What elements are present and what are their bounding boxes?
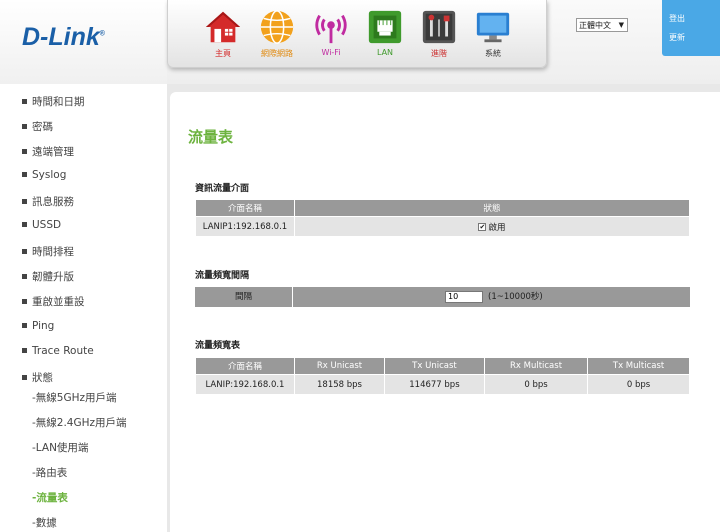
interfaces-table: 介面名稱 狀態 LANIP1:192.168.0.1 ✔ 啟用 — [195, 199, 690, 237]
bullet-icon — [22, 148, 27, 154]
col-tx-unicast: Tx Unicast — [383, 357, 485, 375]
bullet-icon — [22, 374, 27, 380]
tx-unicast-cell: 114677 bps — [383, 374, 485, 395]
rx-unicast-cell: 18158 bps — [294, 374, 385, 395]
table-row: LANIP:192.168.0.1 18158 bps 114677 bps 0… — [195, 374, 690, 395]
sidebar-item-firmware[interactable]: 韌體升版 — [22, 269, 74, 284]
nav-wifi-label: Wi-Fi — [321, 48, 341, 57]
table-row: LANIP1:192.168.0.1 ✔ 啟用 — [195, 216, 690, 237]
sidebar-item-wifi5g-clients[interactable]: -無線5GHz用戶端 — [32, 390, 117, 405]
globe-icon — [260, 10, 294, 44]
nav-advanced-label: 進階 — [431, 49, 447, 58]
sidebar-item-password[interactable]: 密碼 — [22, 119, 53, 134]
bullet-icon — [22, 322, 27, 328]
nav-internet-label: 網際網路 — [261, 49, 293, 58]
sidebar-item-reboot[interactable]: 重啟並重設 — [22, 294, 85, 309]
bandwidth-section-title: 流量頻寬表 — [195, 341, 241, 351]
content-panel: 流量表 資訊流量介面 介面名稱 狀態 LANIP1:192.168.0.1 ✔ 啟… — [170, 92, 720, 532]
chevron-down-icon: ▼ — [618, 21, 624, 29]
bullet-icon — [22, 221, 27, 227]
main-nav: 主頁 網際網路 Wi-Fi LAN 進階 系統 — [167, 0, 547, 68]
bullet-icon — [22, 123, 27, 129]
logo-area: D-Link® — [0, 0, 167, 84]
interval-input[interactable]: 10 — [445, 291, 483, 303]
status-cell: ✔ 啟用 — [294, 216, 690, 237]
interval-section-title: 流量頻寬間隔 — [195, 271, 250, 281]
nav-home[interactable]: 主頁 — [198, 8, 248, 59]
bullet-icon — [22, 298, 27, 304]
bullet-icon — [22, 273, 27, 279]
nav-lan[interactable]: LAN — [360, 8, 410, 57]
language-value: 正體中文 — [579, 21, 611, 30]
interface-name-cell: LANIP:192.168.0.1 — [195, 374, 295, 395]
interval-row: 間隔 10 (1~10000秒) — [195, 287, 690, 307]
sidebar-item-syslog[interactable]: Syslog — [22, 169, 66, 181]
enable-label: 啟用 — [488, 222, 506, 233]
col-rx-multicast: Rx Multicast — [483, 357, 589, 375]
interfaces-section-title: 資訊流量介面 — [195, 184, 250, 194]
nav-wifi[interactable]: Wi-Fi — [306, 8, 356, 57]
col-interface-name: 介面名稱 — [195, 357, 295, 375]
sidebar: 時間和日期 密碼 遠端管理 Syslog 訊息服務 USSD 時間排程 韌體升版… — [0, 84, 167, 532]
col-status: 狀態 — [294, 199, 690, 217]
sidebar-item-status[interactable]: 狀態 — [22, 370, 53, 385]
rx-multicast-cell: 0 bps — [483, 374, 589, 395]
col-interface-name: 介面名稱 — [195, 199, 295, 217]
enable-checkbox[interactable]: ✔ — [478, 223, 487, 231]
refresh-button[interactable]: 更新 — [669, 32, 720, 43]
sidebar-item-time-date[interactable]: 時間和日期 — [22, 94, 85, 109]
page-title: 流量表 — [188, 128, 234, 146]
interval-hint: (1~10000秒) — [488, 292, 543, 302]
bullet-icon — [22, 98, 27, 104]
nav-home-label: 主頁 — [215, 49, 231, 58]
logout-button[interactable]: 登出 — [669, 13, 720, 24]
sidebar-item-traffic-table[interactable]: -流量表 — [32, 490, 68, 505]
wifi-icon — [315, 14, 347, 44]
nav-system[interactable]: 系統 — [468, 8, 518, 59]
tx-multicast-cell: 0 bps — [587, 374, 690, 395]
bullet-icon — [22, 248, 27, 254]
top-buttons: 登出 更新 — [662, 0, 720, 56]
nav-internet[interactable]: 網際網路 — [252, 8, 302, 59]
bullet-icon — [22, 347, 27, 353]
sidebar-item-messages[interactable]: 訊息服務 — [22, 194, 74, 209]
sidebar-item-routing-table[interactable]: -路由表 — [32, 465, 67, 480]
monitor-icon — [476, 12, 510, 43]
sidebar-item-ping[interactable]: Ping — [22, 320, 54, 332]
home-icon — [205, 11, 241, 43]
sidebar-item-lan-clients[interactable]: -LAN使用端 — [32, 440, 88, 455]
bullet-icon — [22, 171, 27, 177]
header: D-Link® 主頁 網際網路 Wi-Fi LAN 進階 系統 正體中文 ▼ 登… — [0, 0, 720, 84]
sidebar-item-ussd[interactable]: USSD — [22, 219, 61, 231]
language-select[interactable]: 正體中文 ▼ — [576, 18, 628, 32]
bullet-icon — [22, 198, 27, 204]
nav-advanced[interactable]: 進階 — [414, 8, 464, 59]
interval-label: 間隔 — [195, 287, 293, 307]
sidebar-item-schedule[interactable]: 時間排程 — [22, 244, 74, 259]
tools-icon — [422, 10, 456, 44]
nav-system-label: 系統 — [485, 49, 501, 58]
lan-icon — [368, 10, 402, 44]
interface-name-cell: LANIP1:192.168.0.1 — [195, 216, 295, 237]
sidebar-item-traceroute[interactable]: Trace Route — [22, 345, 94, 357]
col-rx-unicast: Rx Unicast — [294, 357, 385, 375]
sidebar-item-remote[interactable]: 遠端管理 — [22, 144, 74, 159]
nav-lan-label: LAN — [376, 48, 394, 57]
bandwidth-table: 介面名稱 Rx Unicast Tx Unicast Rx Multicast … — [195, 357, 690, 395]
col-tx-multicast: Tx Multicast — [587, 357, 690, 375]
dlink-logo[interactable]: D-Link® — [22, 23, 105, 52]
sidebar-item-data[interactable]: -數據 — [32, 515, 57, 530]
sidebar-item-wifi24g-clients[interactable]: -無線2.4GHz用戶端 — [32, 415, 127, 430]
